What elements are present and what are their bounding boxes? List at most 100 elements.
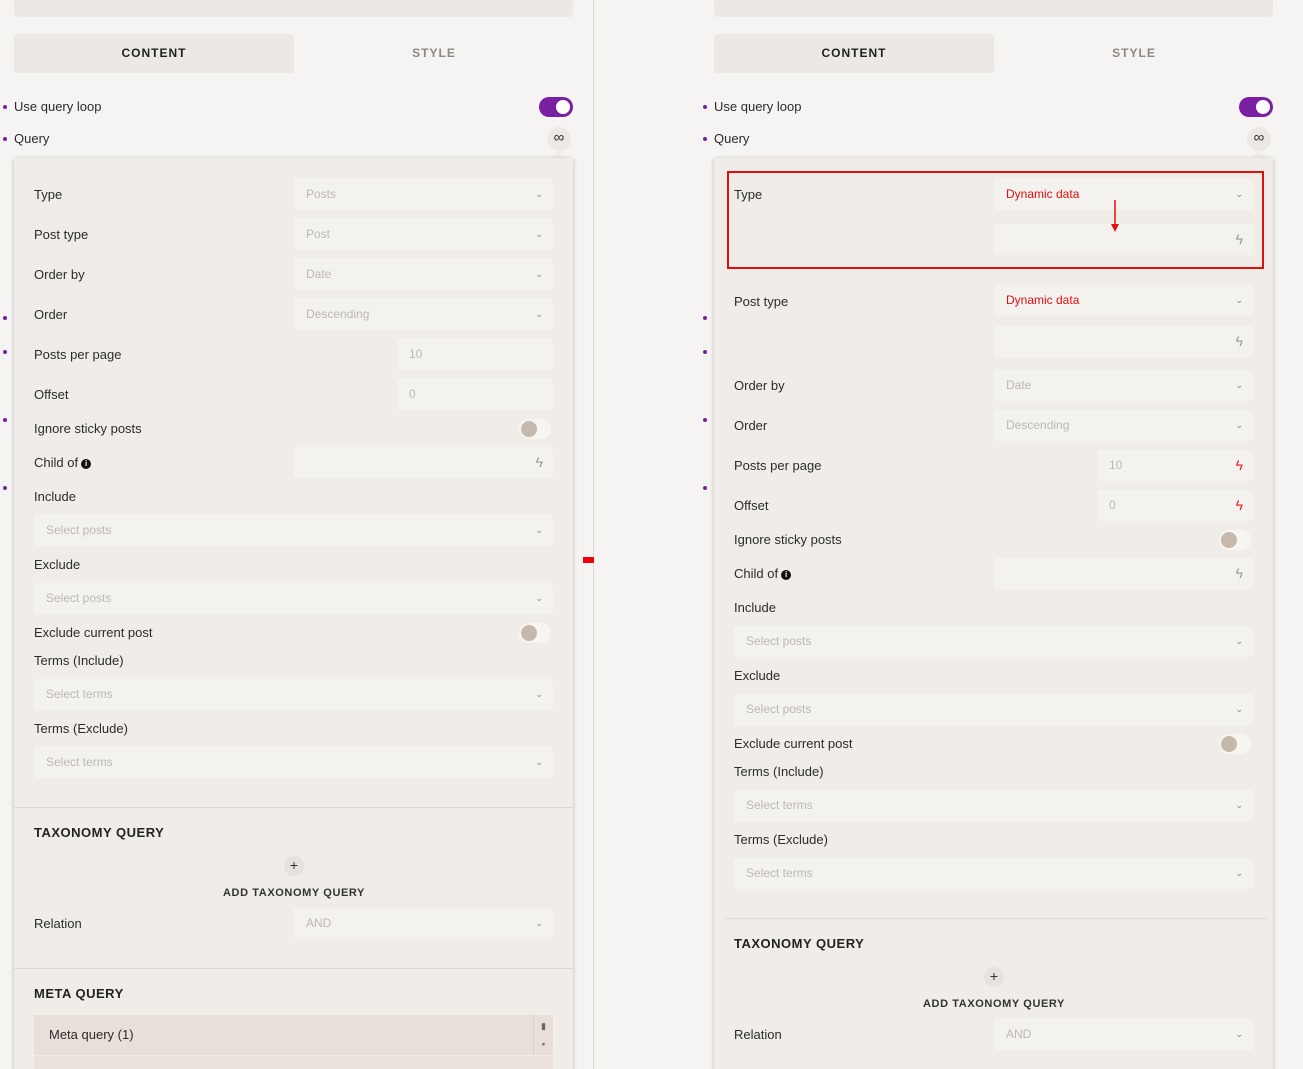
terms-include-select[interactable]: Select terms ⌄ <box>34 679 553 710</box>
chevron-down-icon: ⌄ <box>1235 704 1243 714</box>
info-icon[interactable]: i <box>781 570 792 580</box>
order-by-select[interactable]: Date ⌄ <box>994 370 1253 401</box>
post-type-select[interactable]: Post ⌄ <box>294 219 553 250</box>
post-type-select[interactable]: Dynamic data ⌄ <box>994 285 1253 316</box>
order-select[interactable]: Descending ⌄ <box>994 410 1253 441</box>
terms-exclude-select[interactable]: Select terms ⌄ <box>34 747 553 778</box>
include-select[interactable]: Select posts ⌄ <box>734 626 1253 657</box>
chevron-down-icon: ⌄ <box>1235 295 1243 305</box>
type-label: Type <box>34 187 63 202</box>
plus-icon[interactable]: + <box>984 967 1004 987</box>
tab-style[interactable]: STYLE <box>994 34 1274 73</box>
offset-input[interactable]: 0ϟ <box>1097 490 1253 521</box>
infinity-icon[interactable]: ∞ <box>1247 127 1271 151</box>
post-type-label: Post type <box>734 294 789 309</box>
child-of-input[interactable]: ϟ <box>294 447 553 478</box>
ignore-sticky-label: Ignore sticky posts <box>734 532 842 547</box>
section-divider <box>14 968 573 969</box>
setting-dot <box>3 350 7 354</box>
child-of-label: Child of i <box>734 564 792 584</box>
add-taxonomy-query-button[interactable]: ADD TAXONOMY QUERY <box>174 887 414 899</box>
include-select[interactable]: Select posts ⌄ <box>34 515 553 546</box>
terms-include-label: Terms (Include) <box>734 764 824 779</box>
dynamic-data-bolt-icon[interactable]: ϟ <box>1236 450 1243 481</box>
include-placeholder: Select posts <box>746 634 812 648</box>
setting-dot <box>703 418 707 422</box>
tab-content[interactable]: CONTENT <box>714 34 994 73</box>
post-type-value: Dynamic data <box>1006 293 1080 307</box>
order-label: Order <box>734 418 768 433</box>
add-taxonomy-query-button[interactable]: ADD TAXONOMY QUERY <box>874 998 1114 1010</box>
type-select[interactable]: Posts ⌄ <box>294 179 553 210</box>
order-select[interactable]: Descending ⌄ <box>294 299 553 330</box>
chevron-down-icon: ⌄ <box>1235 800 1243 810</box>
ignore-sticky-toggle[interactable] <box>519 419 551 439</box>
chevron-down-icon: ⌄ <box>535 757 543 767</box>
terms-include-placeholder: Select terms <box>46 687 113 701</box>
setting-dot <box>3 316 7 320</box>
relation-select[interactable]: AND ⌄ <box>294 908 553 939</box>
posts-per-page-label: Posts per page <box>34 347 122 362</box>
chevron-down-icon: ⌄ <box>1235 636 1243 646</box>
dynamic-data-bolt-icon[interactable]: ϟ <box>536 447 543 478</box>
chevron-down-icon: ⌄ <box>535 918 543 928</box>
meta-query-item[interactable]: Meta query (1) ▮ ▪ <box>34 1015 553 1055</box>
chevron-down-icon: ⌄ <box>535 525 543 535</box>
use-query-loop-toggle[interactable] <box>1239 97 1273 117</box>
query-popup: Type Dynamic data ⌄ ϟ Post type Dynamic d… <box>714 158 1273 1069</box>
setting-dot <box>703 105 707 109</box>
posts-per-page-input[interactable]: 10 <box>397 339 553 370</box>
dynamic-data-bolt-icon[interactable]: ϟ <box>1236 558 1243 589</box>
exclude-label: Exclude <box>34 557 81 572</box>
posts-per-page-label: Posts per page <box>734 458 822 473</box>
info-icon[interactable]: i <box>81 459 92 469</box>
chevron-down-icon: ⌄ <box>535 269 543 279</box>
tab-style[interactable]: STYLE <box>294 34 574 73</box>
ignore-sticky-toggle[interactable] <box>1219 530 1251 550</box>
child-of-text: Child of <box>34 455 79 470</box>
offset-input[interactable]: 0 <box>397 379 553 410</box>
popup-caret <box>551 150 567 158</box>
chevron-down-icon: ⌄ <box>535 229 543 239</box>
element-id-field[interactable]: #brxe-zunsgx <box>14 0 573 17</box>
order-label: Order <box>34 307 68 322</box>
chevron-down-icon: ⌄ <box>1235 1029 1243 1039</box>
posts-per-page-value: 10 <box>1109 458 1123 472</box>
exclude-select[interactable]: Select posts ⌄ <box>34 583 553 614</box>
dynamic-data-bolt-icon[interactable]: ϟ <box>1236 326 1243 357</box>
include-label: Include <box>734 600 776 615</box>
include-label: Include <box>34 489 76 504</box>
posts-per-page-input[interactable]: 10 ϟ <box>1097 450 1253 481</box>
dynamic-data-bolt-icon[interactable]: ϟ <box>1236 490 1243 521</box>
tab-content[interactable]: CONTENT <box>14 34 294 73</box>
meta-query-item-next[interactable] <box>34 1056 553 1069</box>
child-of-input[interactable]: ϟ <box>994 558 1253 589</box>
ignore-sticky-label: Ignore sticky posts <box>34 421 142 436</box>
infinity-icon[interactable]: ∞ <box>547 127 571 151</box>
use-query-loop-toggle[interactable] <box>539 97 573 117</box>
offset-label: Offset <box>734 498 769 513</box>
terms-exclude-label: Terms (Exclude) <box>734 832 828 847</box>
order-by-label: Order by <box>734 378 785 393</box>
exclude-current-toggle[interactable] <box>519 623 551 643</box>
plus-icon[interactable]: + <box>284 856 304 876</box>
relation-value: AND <box>1006 1027 1032 1041</box>
setting-dot <box>703 486 707 490</box>
relation-select[interactable]: AND ⌄ <box>994 1019 1253 1050</box>
exclude-current-toggle[interactable] <box>1219 734 1251 754</box>
exclude-select[interactable]: Select posts ⌄ <box>734 694 1253 725</box>
chevron-down-icon: ⌄ <box>1235 380 1243 390</box>
post-type-dynamic-input[interactable]: ϟ <box>994 326 1253 357</box>
terms-exclude-select[interactable]: Select terms ⌄ <box>734 858 1253 889</box>
copy-icon[interactable]: ▮ <box>534 1017 553 1035</box>
terms-include-select[interactable]: Select terms ⌄ <box>734 790 1253 821</box>
relation-label: Relation <box>34 916 82 931</box>
element-id-field[interactable]: #brxe-zunsgx <box>714 0 1273 17</box>
setting-dot <box>3 137 7 141</box>
order-by-select[interactable]: Date ⌄ <box>294 259 553 290</box>
chevron-down-icon: ⌄ <box>535 189 543 199</box>
offset-value: 0 <box>1109 498 1116 512</box>
trash-icon[interactable]: ▪ <box>534 1035 553 1053</box>
order-value: Descending <box>1006 418 1070 432</box>
exclude-current-label: Exclude current post <box>34 625 153 640</box>
